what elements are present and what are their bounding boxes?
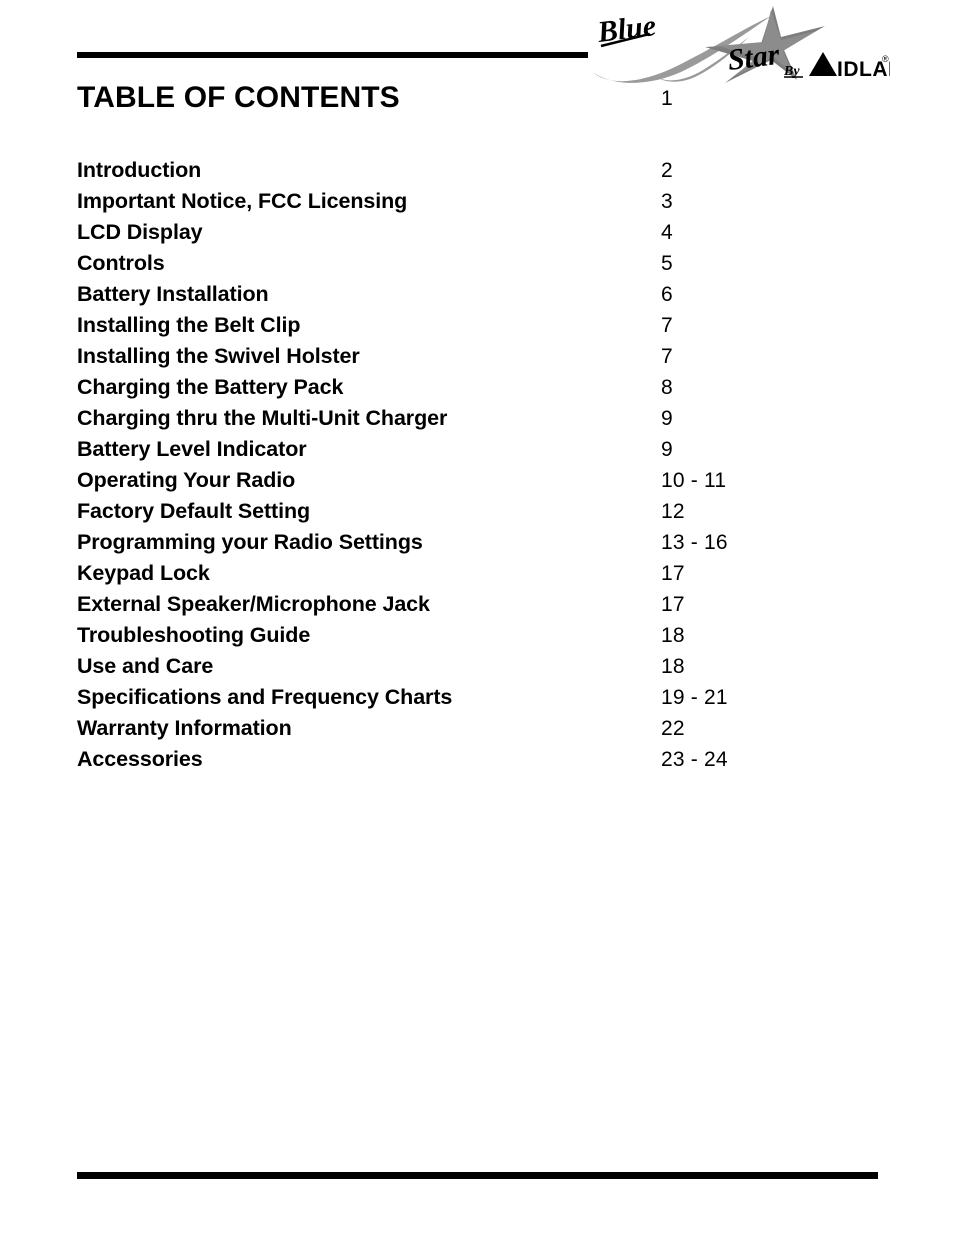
toc-entry-pages: 18 — [661, 655, 685, 678]
toc-entry-pages: 13 - 16 — [661, 531, 728, 554]
toc-entry-pages: 5 — [661, 252, 673, 275]
toc-entry-pages: 6 — [661, 283, 673, 306]
toc-entry-pages: 7 — [661, 345, 673, 368]
toc-entry-pages: 7 — [661, 314, 673, 337]
toc-entry[interactable]: Battery Level Indicator 9 — [77, 434, 797, 465]
toc-entry-label: Warranty Information — [77, 716, 292, 740]
toc-entry[interactable]: Introduction 2 — [77, 155, 797, 186]
table-of-contents-list: Introduction 2 Important Notice, FCC Lic… — [77, 155, 797, 775]
toc-entry-label: Accessories — [77, 747, 203, 771]
toc-entry[interactable]: LCD Display 4 — [77, 217, 797, 248]
toc-entry-label: Troubleshooting Guide — [77, 623, 311, 647]
toc-entry[interactable]: Installing the Belt Clip 7 — [77, 310, 797, 341]
toc-entry[interactable]: Specifications and Frequency Charts 19 -… — [77, 682, 797, 713]
toc-entry-pages: 8 — [661, 376, 673, 399]
toc-entry-pages: 9 — [661, 438, 673, 461]
toc-entry[interactable]: Keypad Lock 17 — [77, 558, 797, 589]
toc-entry[interactable]: Controls 5 — [77, 248, 797, 279]
toc-entry[interactable]: Factory Default Setting 12 — [77, 496, 797, 527]
footer-divider — [77, 1172, 878, 1179]
toc-entry[interactable]: Battery Installation 6 — [77, 279, 797, 310]
toc-entry-label: Installing the Swivel Holster — [77, 344, 360, 368]
toc-entry-label: Operating Your Radio — [77, 468, 296, 492]
toc-entry-label: Important Notice, FCC Licensing — [77, 189, 408, 213]
toc-entry-pages: 4 — [661, 221, 673, 244]
toc-entry[interactable]: Charging thru the Multi-Unit Charger 9 — [77, 403, 797, 434]
toc-entry-pages: 2 — [661, 159, 673, 182]
toc-entry-pages: 10 - 11 — [661, 469, 727, 492]
toc-entry-label: External Speaker/Microphone Jack — [77, 592, 430, 616]
blue-star-midland-logo: Blue Star By IDLAND ® — [585, 4, 890, 86]
document-page: Blue Star By IDLAND ® TABLE OF CONTENTS … — [0, 0, 954, 1235]
toc-entry[interactable]: Charging the Battery Pack 8 — [77, 372, 797, 403]
toc-entry-pages: 18 — [661, 624, 685, 647]
toc-entry-label: Introduction — [77, 158, 202, 182]
toc-entry[interactable]: Important Notice, FCC Licensing 3 — [77, 186, 797, 217]
logo-star-text: Star — [726, 38, 782, 77]
registered-trademark-icon: ® — [882, 54, 889, 64]
toc-entry-label: LCD Display — [77, 220, 203, 244]
toc-entry[interactable]: Installing the Swivel Holster 7 — [77, 341, 797, 372]
toc-entry-pages: 23 - 24 — [661, 748, 728, 771]
toc-entry-label: Specifications and Frequency Charts — [77, 685, 453, 709]
toc-entry[interactable]: Programming your Radio Settings 13 - 16 — [77, 527, 797, 558]
toc-entry-pages: 17 — [661, 593, 685, 616]
toc-entry[interactable]: Use and Care 18 — [77, 651, 797, 682]
toc-entry-label: Battery Installation — [77, 282, 269, 306]
toc-entry-label: Charging the Battery Pack — [77, 375, 344, 399]
page-title: TABLE OF CONTENTS — [77, 81, 400, 114]
toc-entry-pages: 12 — [661, 500, 685, 523]
toc-entry-pages: 3 — [661, 190, 673, 213]
toc-entry-label: Keypad Lock — [77, 561, 210, 585]
header-divider — [77, 52, 588, 58]
toc-entry-label: Use and Care — [77, 654, 214, 678]
toc-entry-label: Controls — [77, 251, 165, 275]
logo-blue-text: Blue — [595, 9, 658, 49]
toc-entry-pages: 19 - 21 — [661, 686, 728, 709]
toc-entry-pages: 9 — [661, 407, 673, 430]
toc-entry-label: Battery Level Indicator — [77, 437, 307, 461]
page-number: 1 — [661, 87, 673, 110]
toc-entry[interactable]: Accessories 23 - 24 — [77, 744, 797, 775]
toc-entry[interactable]: Warranty Information 22 — [77, 713, 797, 744]
toc-entry[interactable]: Operating Your Radio 10 - 11 — [77, 465, 797, 496]
toc-entry[interactable]: Troubleshooting Guide 18 — [77, 620, 797, 651]
toc-entry-label: Programming your Radio Settings — [77, 530, 423, 554]
midland-m-icon — [809, 52, 837, 76]
toc-entry-pages: 17 — [661, 562, 685, 585]
toc-entry-label: Charging thru the Multi-Unit Charger — [77, 406, 448, 430]
toc-entry-label: Factory Default Setting — [77, 499, 311, 523]
toc-entry[interactable]: External Speaker/Microphone Jack 17 — [77, 589, 797, 620]
toc-entry-pages: 22 — [661, 717, 685, 740]
toc-entry-label: Installing the Belt Clip — [77, 313, 301, 337]
title-row: TABLE OF CONTENTS 1 — [77, 80, 777, 120]
